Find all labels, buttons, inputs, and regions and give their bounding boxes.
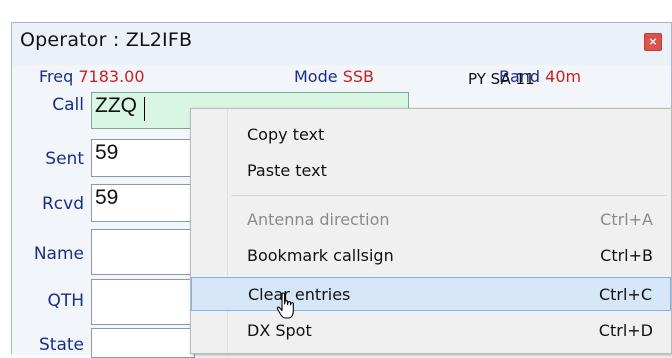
freq-label: Freq xyxy=(39,67,74,86)
sent-input[interactable]: 59 xyxy=(91,139,195,177)
menu-item-label: Antenna direction xyxy=(247,210,390,229)
menu-item-copy-text[interactable]: Copy text xyxy=(191,118,671,152)
mode-value: SSB xyxy=(342,67,374,86)
menu-item-paste-text[interactable]: Paste text xyxy=(191,154,671,188)
menu-item-label: Paste text xyxy=(247,161,327,180)
menu-item-label: Clear entries xyxy=(248,285,351,304)
name-input[interactable] xyxy=(91,229,195,275)
menu-item-shortcut: Ctrl+D xyxy=(598,321,653,340)
title-bar[interactable]: Operator : ZL2IFB × xyxy=(12,23,671,63)
menu-item-dx-spot[interactable]: DX Spot Ctrl+D xyxy=(191,314,671,348)
mode-label: Mode xyxy=(294,67,338,86)
menu-item-shortcut: Ctrl+B xyxy=(600,246,653,265)
qth-label: QTH xyxy=(47,291,84,311)
menu-separator xyxy=(231,195,667,196)
menu-item-label: DX Spot xyxy=(247,321,312,340)
freq-field: Freq 7183.00 xyxy=(39,67,145,86)
text-caret xyxy=(144,97,145,121)
call-input-value: ZZQ xyxy=(95,94,137,117)
menu-item-antenna-direction[interactable]: Antenna direction Ctrl+A xyxy=(191,203,671,237)
menu-item-label: Copy text xyxy=(247,125,325,144)
state-label: State xyxy=(39,335,84,355)
menu-item-bookmark-callsign[interactable]: Bookmark callsign Ctrl+B xyxy=(191,239,671,273)
window-title: Operator : ZL2IFB xyxy=(20,29,193,51)
country-info: PY SA 11 xyxy=(468,70,535,88)
hand-pointer-icon xyxy=(276,292,294,319)
rcvd-input-value: 59 xyxy=(95,186,119,209)
rcvd-input[interactable]: 59 xyxy=(91,184,195,222)
close-button[interactable]: × xyxy=(644,33,662,51)
context-menu: Copy text Paste text Antenna direction C… xyxy=(190,108,672,354)
menu-item-clear-entries[interactable]: Clear entries Ctrl+C xyxy=(191,277,671,311)
freq-value: 7183.00 xyxy=(78,67,145,86)
menu-item-shortcut: Ctrl+C xyxy=(598,285,652,304)
mode-field: Mode SSB xyxy=(294,67,374,86)
qth-input[interactable] xyxy=(91,279,195,325)
sent-input-value: 59 xyxy=(95,141,119,164)
name-label: Name xyxy=(33,244,84,264)
sent-label: Sent xyxy=(45,149,84,169)
menu-item-shortcut: Ctrl+A xyxy=(600,210,653,229)
rcvd-label: Rcvd xyxy=(41,194,84,214)
call-label: Call xyxy=(52,95,84,115)
band-value: 40m xyxy=(545,67,582,86)
menu-item-label: Bookmark callsign xyxy=(247,246,394,265)
